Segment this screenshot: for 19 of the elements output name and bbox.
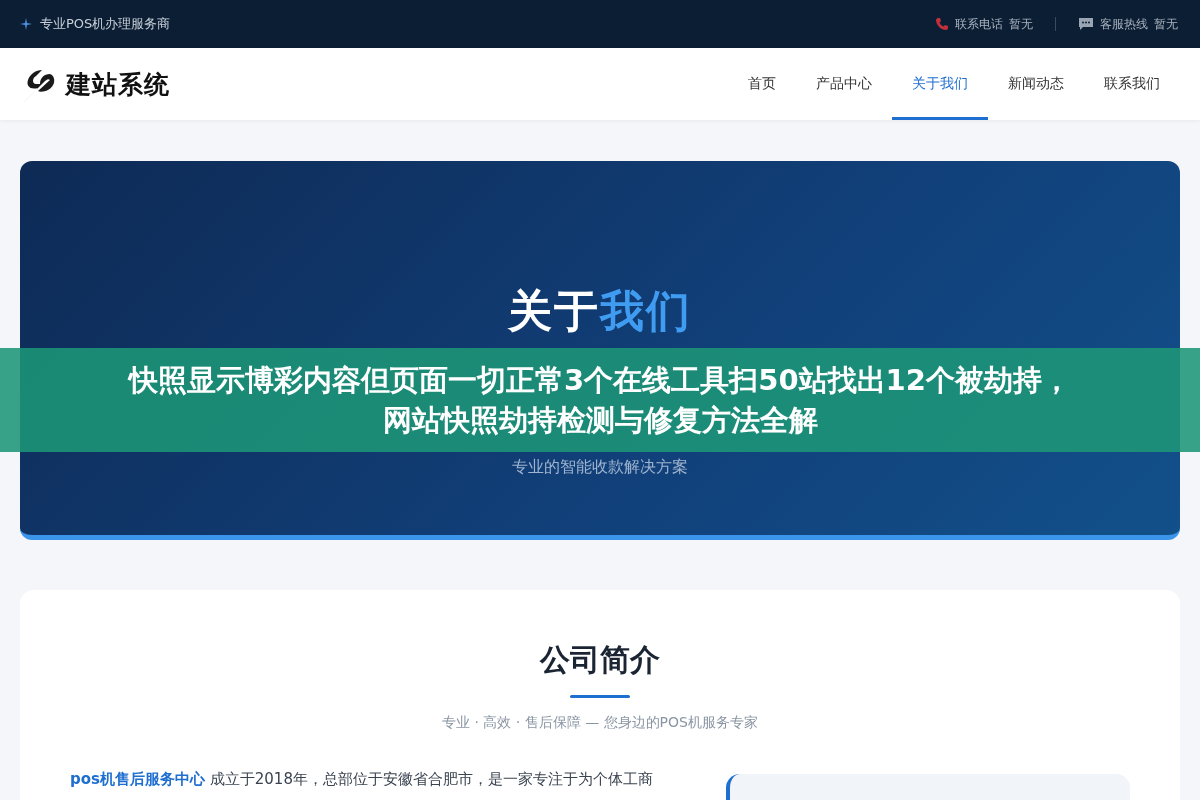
logo-text: 建站系统 (66, 68, 170, 101)
intro-paragraph: pos机售后服务中心 成立于2018年，总部位于安徽省合肥市，是一家专注于为个体工商 (70, 770, 654, 790)
hero-subtitle: 专业的智能收款解决方案 (512, 457, 688, 478)
nav-link[interactable]: 关于我们 (892, 48, 988, 120)
contact-value: 暂无 (1154, 15, 1178, 33)
contact-label: 客服热线 (1100, 15, 1148, 33)
nav-link[interactable]: 联系我们 (1084, 48, 1180, 120)
hero-title: 我们 (600, 285, 692, 336)
tagline: 专业POS机办理服务商 (40, 15, 171, 33)
section-title: 公司简介 (540, 641, 660, 679)
contact-label: 联系电话 (955, 15, 1003, 33)
section-subtitle: 专业 · 高效 · 售后保障 — 您身边的POS机服务专家 (442, 714, 758, 732)
headline: 网站快照劫持检测与修复方法全解 (382, 402, 818, 439)
hero-title: 关于 (508, 285, 600, 336)
nav-link[interactable]: 新闻动态 (988, 48, 1084, 120)
contact-value: 暂无 (1009, 15, 1033, 33)
nav-link[interactable]: 产品中心 (796, 48, 892, 120)
nav-link[interactable]: 首页 (728, 48, 796, 120)
headline: 快照显示博彩内容但页面一切正常3个在线工具扫50站找出12个被劫持， (129, 362, 1071, 399)
